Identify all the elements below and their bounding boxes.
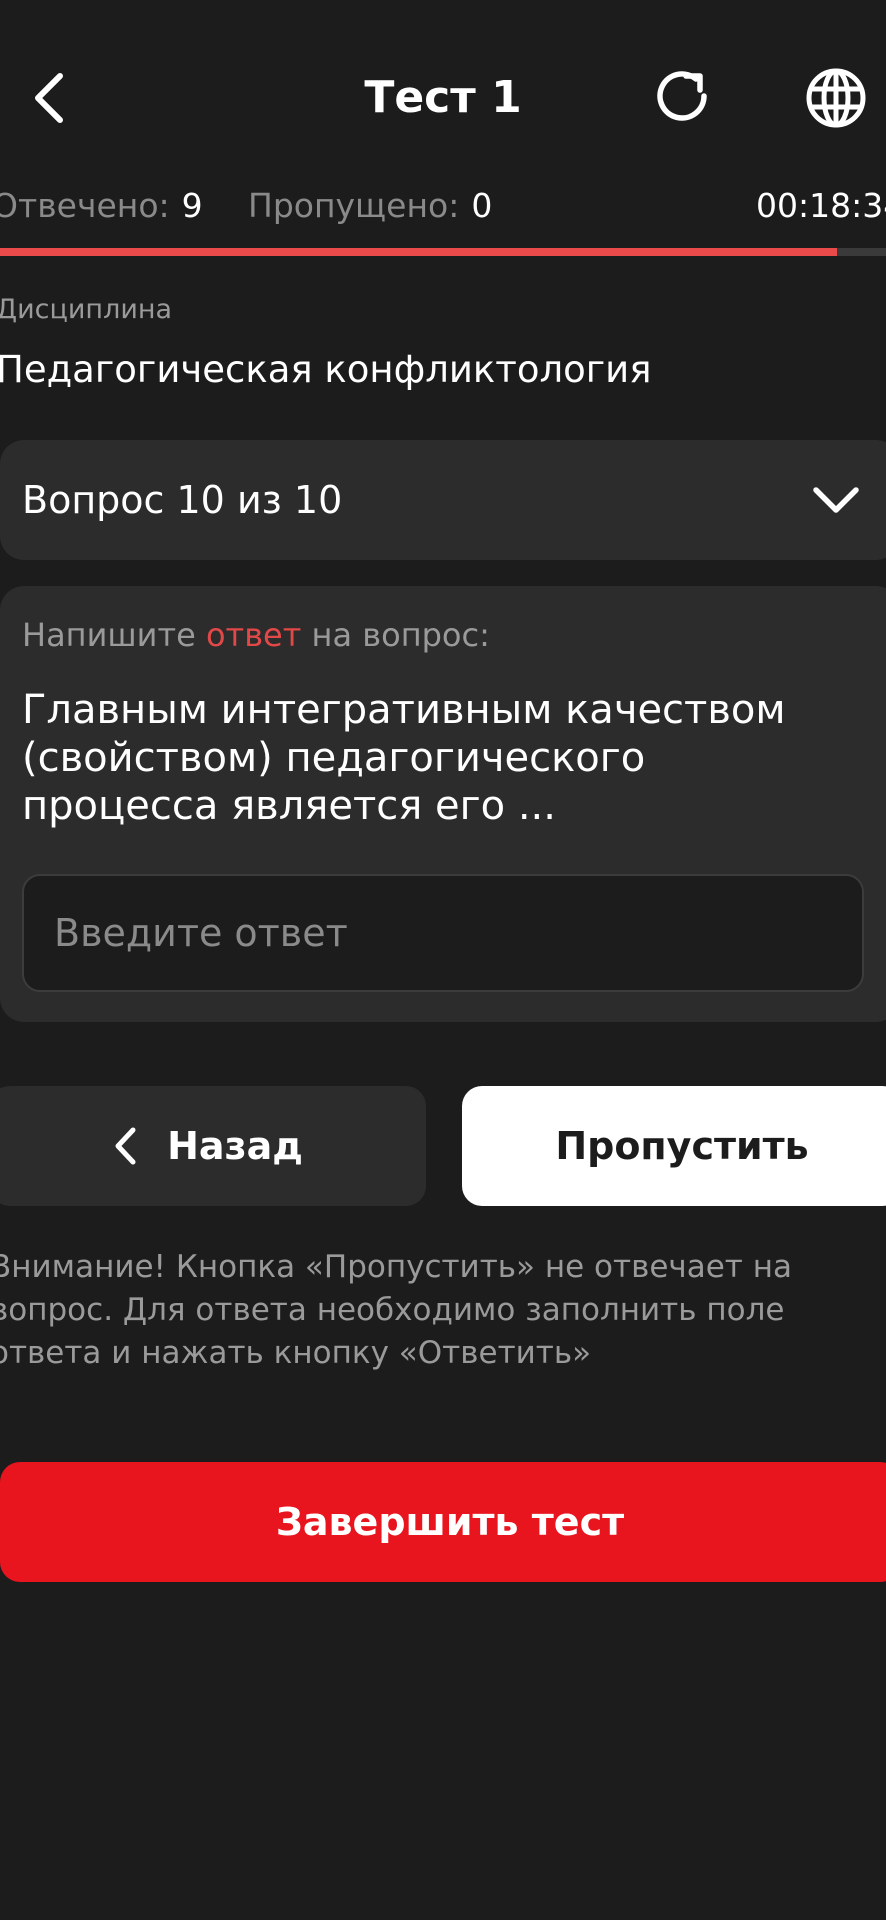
answered-counter: Отвечено: 9 bbox=[0, 186, 203, 225]
timer: 00:18:34 bbox=[756, 186, 886, 225]
chevron-down-icon bbox=[813, 487, 859, 513]
refresh-icon bbox=[657, 71, 707, 121]
progress-fill bbox=[0, 248, 838, 256]
instruction-prefix: Напишите bbox=[22, 616, 196, 654]
test-screen: Тест 1 Отвечено: 9 Пропущено: 0 00:18:34 Д… bbox=[0, 0, 886, 1920]
skip-button[interactable]: Пропустить bbox=[462, 1086, 886, 1206]
discipline-name: Педагогическая конфликтология bbox=[0, 348, 652, 391]
skipped-value: 0 bbox=[471, 186, 493, 225]
answered-value: 9 bbox=[181, 186, 203, 225]
globe-icon bbox=[806, 68, 866, 128]
finish-test-button[interactable]: Завершить тест bbox=[0, 1462, 886, 1582]
question-text: Главным интегративным качеством (свойств… bbox=[22, 687, 786, 829]
discipline-label: Дисциплина bbox=[0, 294, 173, 325]
question-selector[interactable]: Вопрос 10 из 10 bbox=[0, 440, 886, 560]
skipped-label: Пропущено: bbox=[248, 186, 460, 225]
question-card: Напишите ответ на вопрос: Главным интегр… bbox=[0, 586, 886, 1022]
back-button[interactable]: Назад bbox=[0, 1086, 426, 1206]
page-title: Тест 1 bbox=[364, 72, 522, 123]
skipped-counter: Пропущено: 0 bbox=[248, 186, 492, 225]
instruction-accent: ответ bbox=[205, 616, 302, 654]
answer-input[interactable] bbox=[22, 874, 864, 992]
progress-bar bbox=[0, 248, 886, 256]
question-instruction: Напишите ответ на вопрос: bbox=[22, 616, 490, 654]
answered-label: Отвечено: bbox=[0, 186, 170, 225]
instruction-suffix: на вопрос: bbox=[311, 616, 490, 654]
refresh-button[interactable] bbox=[648, 58, 720, 138]
question-selector-label: Вопрос 10 из 10 bbox=[22, 478, 343, 522]
skip-button-label: Пропустить bbox=[555, 1124, 809, 1168]
warning-text: Внимание! Кнопка «Пропустить» не отвечае… bbox=[0, 1249, 792, 1371]
language-button[interactable] bbox=[796, 58, 876, 138]
back-button-label: Назад bbox=[167, 1124, 303, 1168]
finish-button-label: Завершить тест bbox=[275, 1500, 625, 1544]
chevron-left-icon bbox=[115, 1127, 136, 1165]
